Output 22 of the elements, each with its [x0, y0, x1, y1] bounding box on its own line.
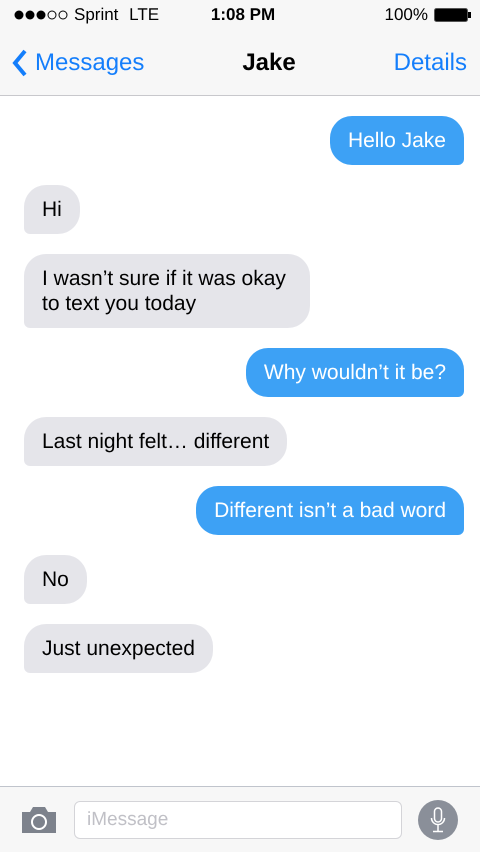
received-message: Last night felt… different	[24, 417, 288, 466]
chevron-left-icon	[12, 48, 27, 76]
status-time: 1:08 PM	[210, 5, 276, 25]
sent-message: Different isn’t a bad word	[196, 486, 464, 535]
camera-icon[interactable]	[20, 806, 58, 834]
sent-message: Why wouldn’t it be?	[246, 348, 464, 397]
signal-icon	[14, 9, 68, 21]
battery-icon	[434, 7, 472, 23]
battery-percent: 100%	[384, 5, 428, 25]
sent-message: Hello Jake	[330, 116, 464, 165]
details-link[interactable]: Details	[394, 48, 467, 76]
received-message: Hi	[24, 185, 80, 234]
contact-name: Jake	[242, 48, 296, 76]
message-field[interactable]: iMessage	[74, 800, 402, 838]
microphone-icon	[430, 806, 446, 832]
network-type: LTE	[128, 5, 160, 25]
received-message: Just unexpected	[24, 624, 213, 673]
back-button[interactable]: Messages	[12, 48, 144, 76]
carrier-name: Sprint	[74, 5, 118, 25]
received-message: I wasn’t sure if it was okay to text you today	[24, 254, 310, 328]
microphone-button[interactable]	[418, 800, 458, 840]
received-message: No	[24, 555, 87, 604]
